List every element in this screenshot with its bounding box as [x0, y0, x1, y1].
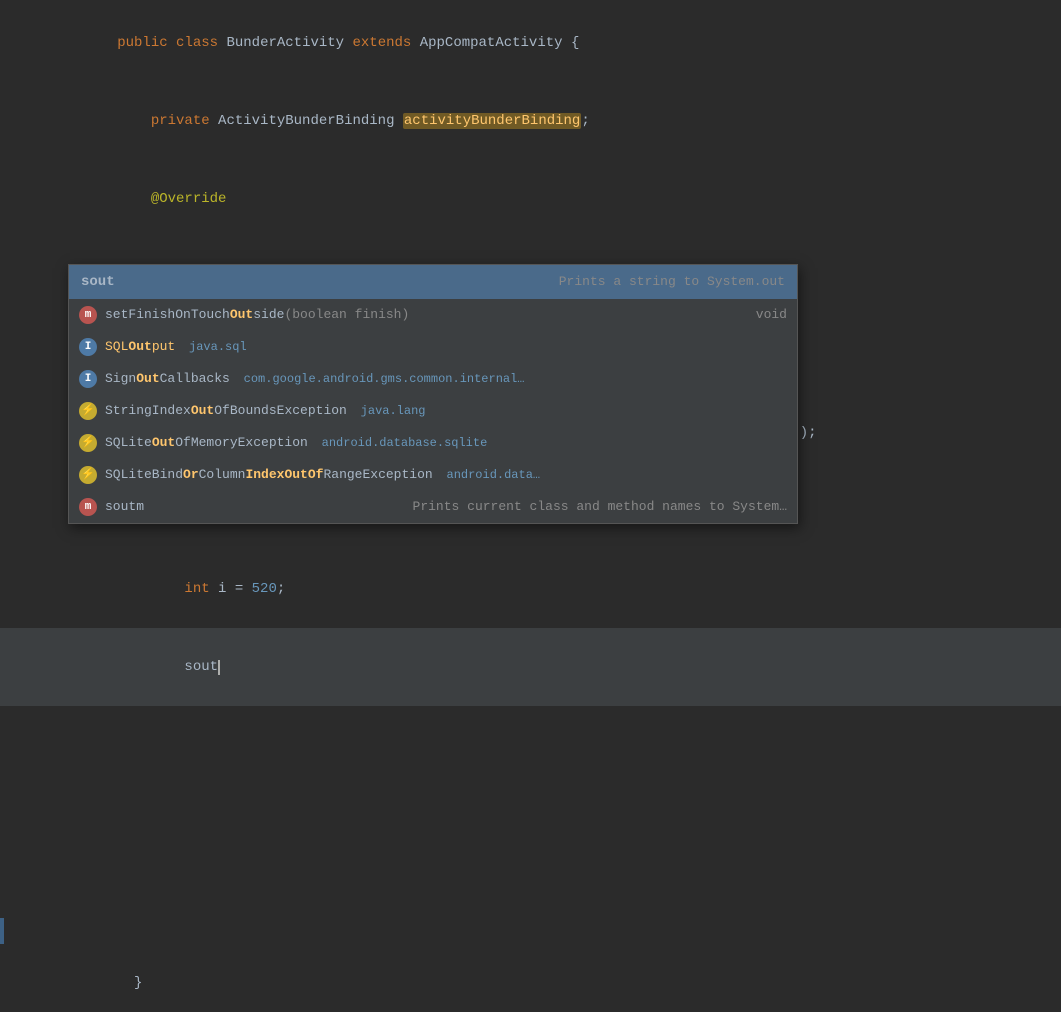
- item-meta-7: Prints current class and method names to…: [413, 494, 787, 520]
- item-meta-1: void: [756, 302, 787, 328]
- exception-icon-1: ⚡: [79, 402, 97, 420]
- interface-icon-1: I: [79, 338, 97, 356]
- autocomplete-item-4[interactable]: ⚡ StringIndexOutOfBoundsException java.l…: [69, 395, 797, 427]
- autocomplete-item-1[interactable]: m setFinishOnTouchOutside(boolean finish…: [69, 299, 797, 331]
- item-name-4: StringIndexOutOfBoundsException java.lan…: [105, 398, 425, 424]
- item-name-3: SignOutCallbacks com.google.android.gms.…: [105, 366, 525, 392]
- code-editor: public class BunderActivity extends AppC…: [0, 0, 1061, 506]
- autocomplete-item-7[interactable]: m soutm Prints current class and method …: [69, 491, 797, 523]
- method-icon: m: [79, 306, 97, 324]
- code-line-closing-1: }: [0, 918, 1061, 1012]
- code-lines: public class BunderActivity extends AppC…: [0, 0, 1061, 1012]
- item-name-1: setFinishOnTouchOutside(boolean finish): [105, 302, 409, 328]
- autocomplete-header: sout Prints a string to System.out: [69, 265, 797, 299]
- code-line-3: @Override: [0, 160, 1061, 238]
- autocomplete-item-6[interactable]: ⚡ SQLiteBindOrColumnIndexOutOfRangeExcep…: [69, 459, 797, 491]
- code-line-2: private ActivityBunderBinding activityBu…: [0, 82, 1061, 160]
- autocomplete-item-5[interactable]: ⚡ SQLiteOutOfMemoryException android.dat…: [69, 427, 797, 459]
- item-name-6: SQLiteBindOrColumnIndexOutOfRangeExcepti…: [105, 462, 540, 488]
- autocomplete-hint: Prints a string to System.out: [559, 269, 785, 295]
- autocomplete-item-2[interactable]: I SQLOutput java.sql: [69, 331, 797, 363]
- code-line-1: public class BunderActivity extends AppC…: [0, 4, 1061, 82]
- interface-icon-2: I: [79, 370, 97, 388]
- item-name-5: SQLiteOutOfMemoryException android.datab…: [105, 430, 487, 456]
- autocomplete-item-3[interactable]: I SignOutCallbacks com.google.android.gm…: [69, 363, 797, 395]
- item-name-2: SQLOutput java.sql: [105, 334, 247, 360]
- code-line-9: sout: [0, 628, 1061, 706]
- exception-icon-2: ⚡: [79, 434, 97, 452]
- item-name-7: soutm: [105, 494, 144, 520]
- autocomplete-dropdown: sout Prints a string to System.out m set…: [68, 264, 798, 524]
- method-icon-2: m: [79, 498, 97, 516]
- text-cursor: [218, 660, 220, 675]
- code-line-8: int i = 520;: [0, 550, 1061, 628]
- autocomplete-query: sout: [81, 269, 115, 295]
- exception-icon-3: ⚡: [79, 466, 97, 484]
